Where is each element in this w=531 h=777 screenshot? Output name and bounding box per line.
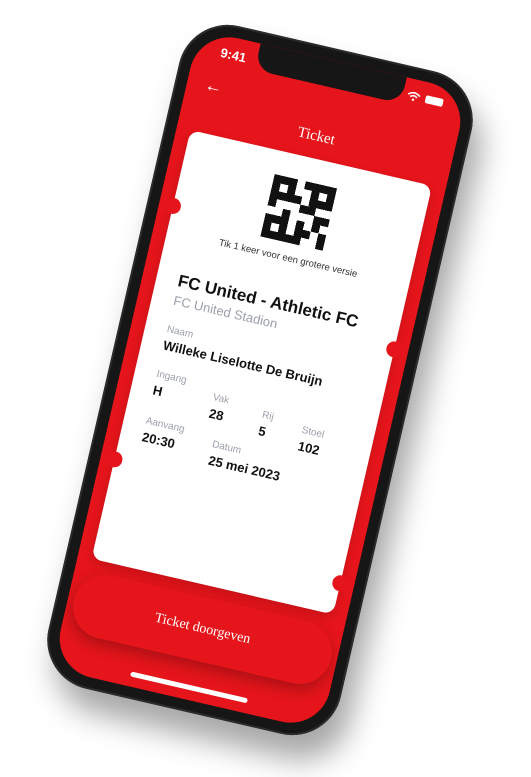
ticket-notch-right-top [384,339,404,360]
ticket-card: Tik 1 keer voor een grotere versie FC Un… [91,129,433,615]
phone-screen: 9:41 ← Ticket Tik 1 keer voor een groter… [51,29,469,731]
wifi-icon [407,91,421,101]
ticket-notch-left-bottom [104,449,125,469]
ticket-notch-right-bottom [330,573,350,593]
status-icons [406,90,444,108]
section-label: Vak [211,391,231,407]
home-indicator[interactable] [130,671,249,704]
row-label: Rij [260,409,275,423]
status-time: 9:41 [219,44,248,66]
row-value: 5 [256,423,268,440]
phone-notch [254,42,408,104]
ticket-notch-left-top [163,196,183,216]
stage: 9:41 ← Ticket Tik 1 keer voor een groter… [0,0,531,777]
qr-code-icon[interactable] [260,174,338,251]
seat-value: 102 [296,438,322,458]
seat-label: Stoel [300,424,326,441]
entrance-value: H [151,382,164,400]
date-value: 25 mei 2023 [206,452,282,484]
section-value: 28 [207,405,226,424]
back-arrow-icon[interactable]: ← [203,74,225,99]
phone-frame: 9:41 ← Ticket Tik 1 keer voor een groter… [37,14,483,746]
battery-icon [424,95,444,107]
